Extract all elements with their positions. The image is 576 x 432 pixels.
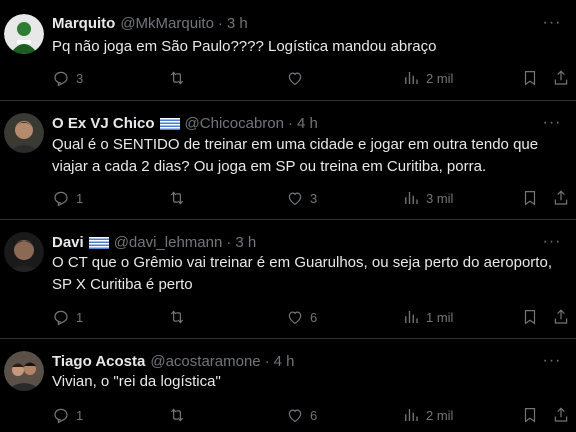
reply-count: 1 [76, 407, 84, 423]
more-dots-icon[interactable]: ··· [542, 14, 562, 32]
views-count: 2 mil [426, 407, 454, 423]
bookmark-icon [524, 191, 536, 206]
more-dots-icon[interactable]: ··· [542, 352, 562, 370]
timestamp[interactable]: 4 h [297, 115, 318, 133]
views-button[interactable]: 3 mil [402, 188, 453, 208]
uruguay-flag-icon [159, 118, 180, 130]
tweet-actions: 1 3 3 mil [52, 188, 572, 208]
tweet-text: Pq não joga em São Paulo???? Logística m… [52, 38, 437, 55]
retweet-icon [170, 408, 184, 422]
tweet-actions: 3 2 mil [52, 68, 572, 88]
views-chart-icon [405, 192, 418, 204]
share-button[interactable] [552, 307, 570, 327]
heart-icon [288, 72, 302, 86]
views-count: 2 mil [426, 70, 454, 86]
separator-dot: · [264, 353, 270, 370]
tweet-text: O CT que o Grêmio vai treinar é em Guaru… [52, 254, 552, 293]
views-chart-icon [405, 311, 418, 323]
bookmark-icon [524, 71, 536, 86]
separator-dot: · [288, 115, 293, 132]
separator-dot: · [217, 15, 223, 32]
reply-count: 1 [76, 190, 84, 206]
like-count: 6 [310, 309, 318, 325]
author-name[interactable]: Tiago Acosta [52, 353, 145, 371]
retweet-button[interactable] [168, 307, 192, 327]
bookmark-icon [524, 408, 536, 423]
avatar[interactable] [4, 232, 44, 272]
views-button[interactable]: 2 mil [402, 405, 453, 425]
reply-button[interactable]: 1 [52, 405, 83, 425]
tweet-text: Vivian, o "rei da logística" [52, 373, 221, 390]
reply-icon [54, 408, 68, 424]
tweet-card[interactable]: O Ex VJ Chico @Chicocabron · 4 h ··· Qua… [0, 101, 576, 220]
views-count: 1 mil [426, 309, 454, 325]
retweet-button[interactable] [168, 405, 192, 425]
avatar[interactable] [4, 14, 44, 54]
author-name[interactable]: O Ex VJ Chico [52, 115, 155, 133]
bookmark-button[interactable] [521, 307, 539, 327]
reply-count: 1 [76, 309, 84, 325]
author-handle[interactable]: @acostaramone [150, 353, 260, 371]
reply-icon [54, 71, 68, 87]
avatar[interactable] [4, 351, 44, 391]
reply-count: 3 [76, 70, 84, 86]
reply-icon [54, 310, 68, 326]
views-chart-icon [405, 72, 418, 84]
tweet-text: Qual é o SENTIDO de treinar em uma cidad… [52, 136, 539, 175]
bookmark-button[interactable] [521, 405, 539, 425]
share-icon [554, 309, 568, 324]
like-button[interactable]: 6 [286, 405, 317, 425]
like-count: 3 [310, 190, 318, 206]
tweet-card[interactable]: Davi @davi_lehmann · 3 h ··· O CT que o … [0, 220, 576, 339]
bookmark-button[interactable] [521, 68, 539, 88]
timestamp[interactable]: 3 h [227, 15, 248, 33]
more-dots-icon[interactable]: ··· [542, 114, 562, 132]
share-button[interactable] [552, 188, 570, 208]
bookmark-button[interactable] [521, 188, 539, 208]
reply-button[interactable]: 1 [52, 307, 83, 327]
timestamp[interactable]: 4 h [274, 353, 295, 371]
share-icon [554, 190, 568, 205]
author-handle[interactable]: @Chicocabron [185, 115, 284, 133]
tweet-actions: 1 6 1 mil [52, 307, 572, 327]
more-dots-icon[interactable]: ··· [542, 233, 562, 251]
author-handle[interactable]: @davi_lehmann [114, 234, 223, 252]
tweet-card[interactable]: Marquito @MkMarquito · 3 h ··· Pq não jo… [0, 0, 576, 101]
heart-icon [288, 311, 302, 325]
like-button[interactable] [286, 68, 310, 88]
share-button[interactable] [552, 405, 570, 425]
views-count: 3 mil [426, 190, 454, 206]
tweet-actions: 1 6 2 mil [52, 405, 572, 425]
tweet-card[interactable]: Tiago Acosta @acostaramone · 4 h ··· Viv… [0, 339, 576, 432]
like-button[interactable]: 6 [286, 307, 317, 327]
timestamp[interactable]: 3 h [235, 234, 256, 252]
author-name[interactable]: Davi [52, 234, 84, 252]
views-button[interactable]: 2 mil [402, 68, 453, 88]
share-button[interactable] [552, 68, 570, 88]
views-button[interactable]: 1 mil [402, 307, 453, 327]
author-name[interactable]: Marquito [52, 15, 115, 33]
reply-icon [54, 191, 68, 207]
retweet-button[interactable] [168, 68, 192, 88]
heart-icon [288, 192, 302, 206]
retweet-icon [170, 71, 184, 85]
share-icon [554, 70, 568, 85]
separator-dot: · [226, 234, 232, 251]
like-button[interactable]: 3 [286, 188, 317, 208]
bookmark-icon [524, 310, 536, 325]
reply-button[interactable]: 1 [52, 188, 83, 208]
heart-icon [288, 409, 302, 423]
views-chart-icon [405, 409, 418, 421]
author-handle[interactable]: @MkMarquito [120, 15, 214, 33]
retweet-button[interactable] [168, 188, 192, 208]
retweet-icon [170, 310, 184, 324]
reply-button[interactable]: 3 [52, 68, 83, 88]
share-icon [554, 407, 568, 422]
retweet-icon [170, 191, 184, 205]
avatar[interactable] [4, 113, 44, 153]
like-count: 6 [310, 407, 318, 423]
uruguay-flag-icon [88, 237, 109, 249]
